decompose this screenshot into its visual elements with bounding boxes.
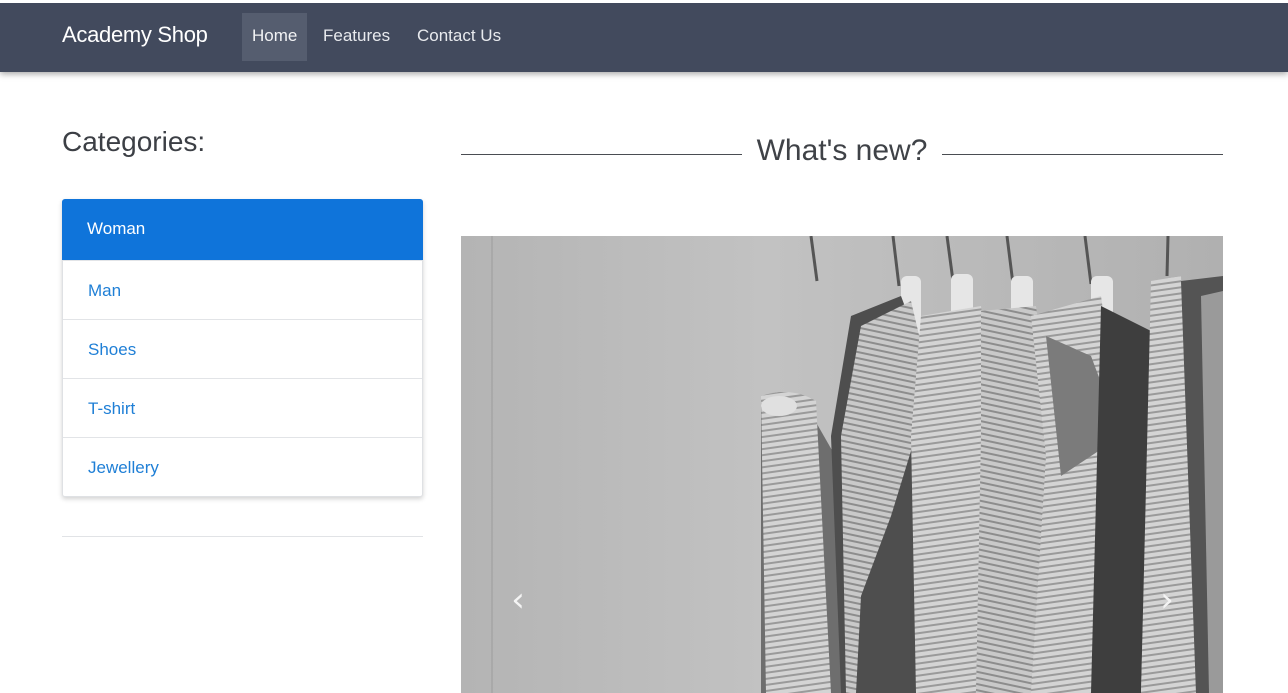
brand-logo[interactable]: Academy Shop	[62, 22, 208, 48]
category-item-jewellery[interactable]: Jewellery	[63, 437, 422, 496]
category-list: Woman Man Shoes T-shirt Jewellery	[62, 199, 423, 497]
chevron-right-icon[interactable]: ›	[1152, 580, 1182, 620]
sidebar-divider	[62, 536, 423, 537]
category-item-tshirt[interactable]: T-shirt	[63, 378, 422, 437]
nav-link-contact[interactable]: Contact Us	[407, 13, 511, 61]
top-border	[0, 0, 1288, 3]
nav-link-home[interactable]: Home	[242, 13, 308, 61]
categories-heading: Categories:	[62, 126, 206, 157]
header-rule-right	[942, 154, 1223, 155]
carousel-image	[461, 236, 1223, 693]
category-item-man[interactable]: Man	[63, 260, 422, 319]
category-item-shoes[interactable]: Shoes	[63, 319, 422, 378]
navbar: Academy Shop Home Features Contact Us	[0, 0, 1288, 72]
category-item-woman[interactable]: Woman	[62, 199, 423, 260]
whats-new-header: What's new?	[461, 134, 1223, 174]
nav-link-features[interactable]: Features	[313, 13, 400, 61]
whats-new-title: What's new?	[756, 134, 928, 167]
chevron-left-icon[interactable]: ‹	[503, 580, 533, 620]
carousel-slide[interactable]	[461, 236, 1223, 693]
header-rule-left	[461, 154, 742, 155]
